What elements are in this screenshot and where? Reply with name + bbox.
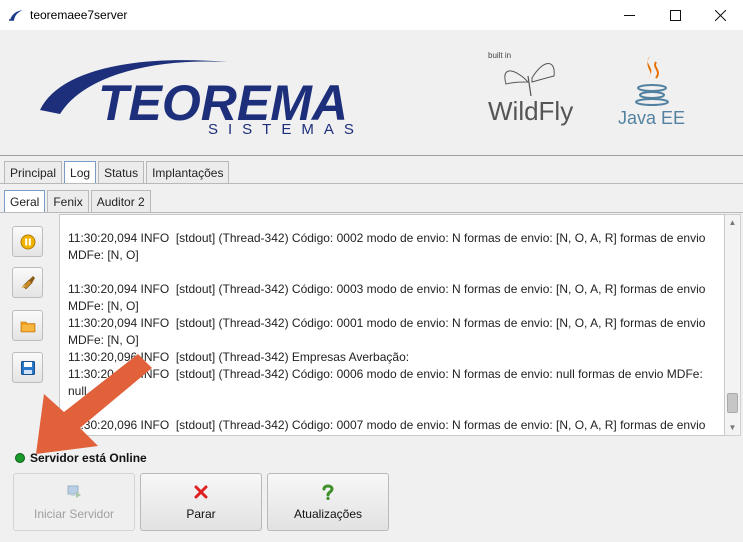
wildfly-name: WildFly xyxy=(488,96,573,126)
log-textarea[interactable]: 11:30:20,094 INFO [stdout] (Thread-342) … xyxy=(59,214,725,436)
log-content: 11:30:20,094 INFO [stdout] (Thread-342) … xyxy=(68,230,723,435)
start-server-icon xyxy=(65,483,83,501)
title-bar[interactable]: teoremaee7server xyxy=(0,0,743,30)
log-line: 11:30:20,096 INFO [stdout] (Thread-342) … xyxy=(68,350,410,364)
minimize-button[interactable] xyxy=(606,0,652,30)
wildfly-built: built in xyxy=(488,51,511,60)
subtab-divider xyxy=(0,212,743,213)
sub-tabs: Geral Fenix Auditor 2 xyxy=(4,190,153,212)
status-text: Servidor está Online xyxy=(30,451,147,465)
log-scrollbar[interactable]: ▲ ▼ xyxy=(725,214,741,436)
stop-label: Parar xyxy=(186,507,216,521)
scroll-up-icon[interactable]: ▲ xyxy=(725,215,740,230)
status-indicator-icon xyxy=(15,453,25,463)
tab-label: Implantações xyxy=(152,165,224,180)
app-icon xyxy=(9,10,23,21)
tab-fenix[interactable]: Fenix xyxy=(47,190,89,212)
help-question-icon xyxy=(319,483,337,501)
tab-label: Principal xyxy=(10,165,57,180)
stop-button[interactable]: Parar xyxy=(140,473,262,531)
start-server-label: Iniciar Servidor xyxy=(33,507,115,521)
folder-icon xyxy=(20,321,35,332)
maximize-icon xyxy=(669,9,681,21)
updates-button[interactable]: Atualizações xyxy=(267,473,389,531)
close-icon xyxy=(714,9,726,21)
stop-x-icon xyxy=(192,483,210,501)
clear-icon xyxy=(20,275,35,289)
log-line: 11:30:20,094 INFO [stdout] (Thread-342) … xyxy=(68,316,709,347)
tab-label: Geral xyxy=(10,194,40,209)
updates-label: Atualizações xyxy=(293,507,363,521)
tab-principal[interactable]: Principal xyxy=(4,161,63,183)
tab-status[interactable]: Status xyxy=(98,161,145,183)
tab-log[interactable]: Log xyxy=(64,161,97,183)
server-status: Servidor está Online xyxy=(15,451,147,465)
javaee-logo: Java EE xyxy=(618,56,685,128)
app-window: teoremaee7server TEOREMA SISTEMAS built … xyxy=(0,0,743,542)
close-button[interactable] xyxy=(697,0,743,30)
open-folder-button[interactable] xyxy=(12,310,43,341)
tab-geral[interactable]: Geral xyxy=(4,190,46,212)
banner: TEOREMA SISTEMAS built in WildFly Java E… xyxy=(0,30,743,155)
scroll-thumb[interactable] xyxy=(727,393,738,413)
tab-label: Log xyxy=(70,165,91,180)
log-line: 11:30:20,096 INFO [stdout] (Thread-342) … xyxy=(68,367,707,398)
window-title: teoremaee7server xyxy=(30,8,128,22)
tab-label: Fenix xyxy=(53,194,83,209)
log-line: 11:30:20,096 INFO [stdout] (Thread-342) … xyxy=(68,418,706,432)
tab-implantacoes[interactable]: Implantações xyxy=(146,161,230,183)
teorema-logo: TEOREMA SISTEMAS xyxy=(40,60,364,134)
teorema-sub: SISTEMAS xyxy=(208,121,364,134)
pause-log-button[interactable] xyxy=(12,226,43,257)
tab-label: Auditor 2 xyxy=(96,194,145,209)
start-server-button[interactable]: Iniciar Servidor xyxy=(13,473,135,531)
tab-label: Status xyxy=(104,165,139,180)
wildfly-logo: built in WildFly xyxy=(488,51,573,126)
pause-icon xyxy=(20,234,35,249)
minimize-icon xyxy=(623,14,635,16)
tab-auditor-2[interactable]: Auditor 2 xyxy=(90,190,151,212)
save-log-button[interactable] xyxy=(12,352,43,383)
log-line: 11:30:20,094 INFO [stdout] (Thread-342) … xyxy=(68,231,709,262)
main-tabs: Principal Log Status Implantações xyxy=(4,161,231,183)
maximize-button[interactable] xyxy=(652,0,698,30)
javaee-name: Java EE xyxy=(618,108,685,128)
log-line: 11:30:20,094 INFO [stdout] (Thread-342) … xyxy=(68,282,709,313)
scroll-down-icon[interactable]: ▼ xyxy=(725,420,740,435)
tab-divider xyxy=(0,183,743,184)
clear-log-button[interactable] xyxy=(12,267,43,298)
save-icon xyxy=(20,360,35,375)
